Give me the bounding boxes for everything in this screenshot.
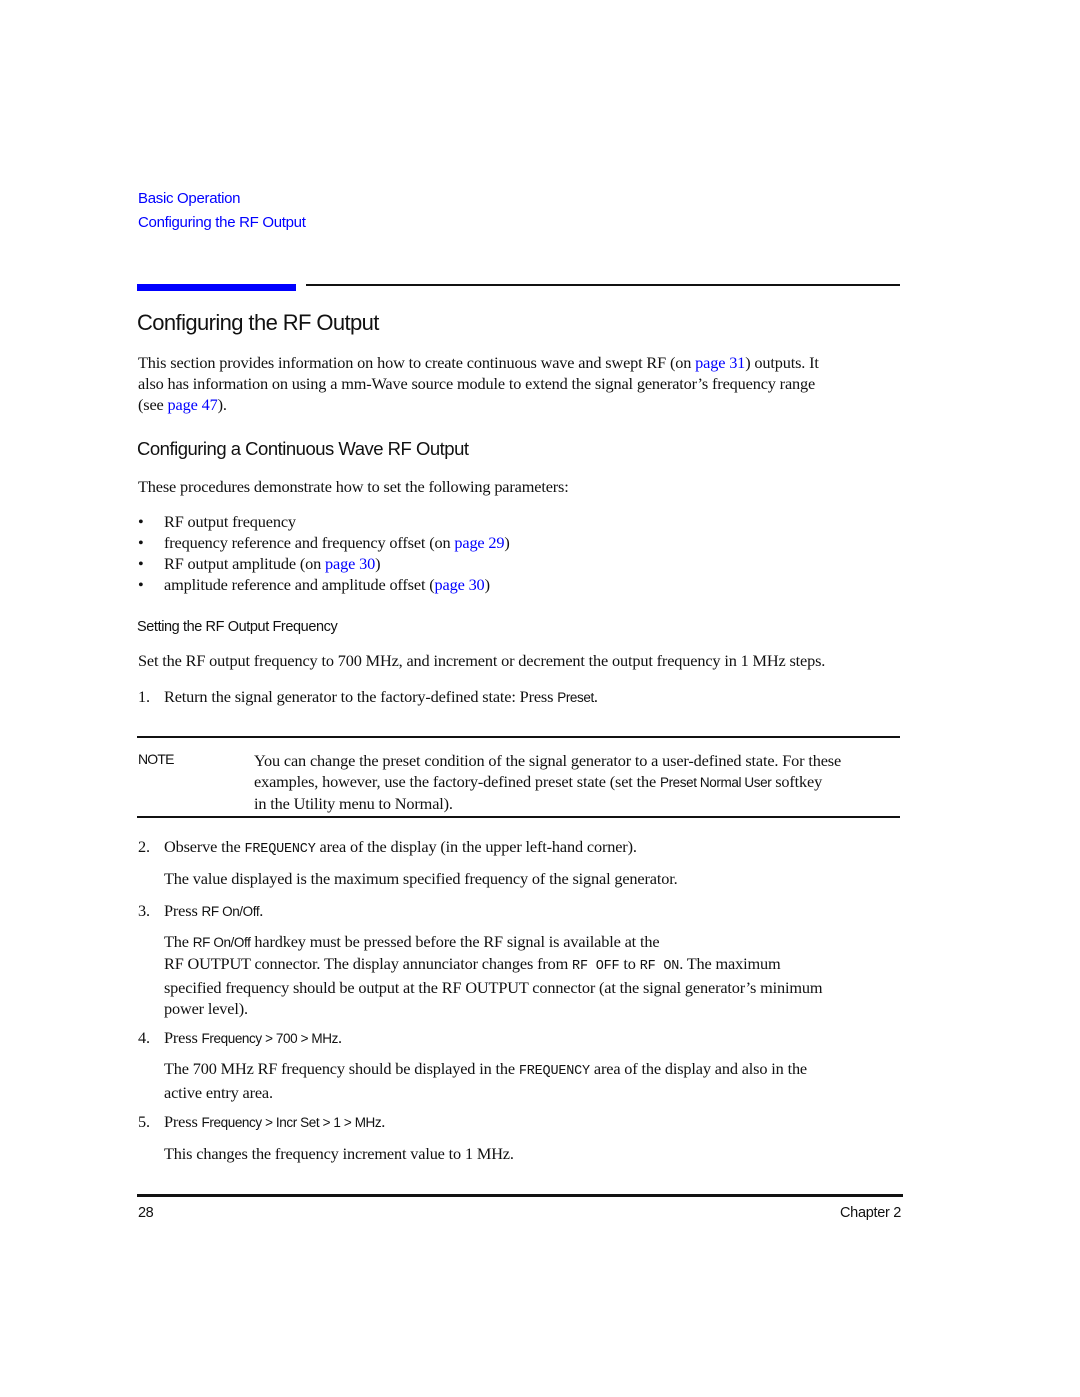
freq-section-lead: Set the RF output frequency to 700 MHz, … (138, 651, 826, 670)
step-number: 5. (138, 1112, 150, 1131)
step-4-detail: The 700 MHz RF frequency should be displ… (164, 1058, 807, 1103)
step-text: Press (164, 1028, 202, 1047)
page-title: Configuring the RF Output (137, 310, 379, 335)
step-text: Press (164, 901, 202, 920)
key-sequence: Frequency > 700 > MHz (201, 1031, 339, 1046)
step-text: . (381, 1112, 386, 1131)
rf-on-off-key-label: RF On/Off (192, 935, 251, 950)
note-top-rule (137, 736, 900, 738)
step-number: 4. (138, 1028, 150, 1047)
intro-paragraph: This section provides information on how… (138, 352, 908, 415)
step-1: 1. Return the signal generator to the fac… (138, 686, 598, 708)
list-item: • frequency reference and frequency offse… (138, 532, 510, 553)
step-3-detail: The RF On/Off hardkey must be pressed be… (164, 931, 823, 1019)
detail-text: to (619, 954, 640, 973)
page-number: 28 (138, 1205, 154, 1221)
step-text: Observe the (164, 837, 245, 856)
frequency-display-code: FREQUENCY (518, 1064, 590, 1079)
rf-on-off-key-label: RF On/Off (201, 904, 260, 919)
detail-text: RF OUTPUT connector. The display annunci… (164, 954, 573, 973)
step-number: 3. (138, 901, 150, 920)
note-line: You can change the preset condition of t… (254, 751, 842, 770)
cw-section-lead: These procedures demonstrate how to set … (138, 477, 569, 496)
list-item-text: RF output amplitude (on (164, 554, 326, 573)
detail-text: . The maximum (679, 954, 781, 973)
cw-section-heading: Configuring a Continuous Wave RF Output (137, 438, 469, 459)
list-item-text: ) (504, 533, 510, 552)
note-line: examples, however, use the factory-defin… (254, 772, 660, 791)
softkey-label: Preset Normal User (659, 775, 772, 790)
step-text: . (259, 901, 264, 920)
step-2: 2. Observe the FREQUENCY area of the disp… (138, 836, 637, 860)
breadcrumb-subsection-link[interactable]: Configuring the RF Output (138, 214, 306, 231)
detail-text: The (164, 932, 193, 951)
step-text: Return the signal generator to the facto… (164, 687, 558, 706)
list-item: • RF output frequency (138, 511, 296, 532)
intro-text: (see (138, 395, 168, 414)
preset-key-label: Preset (557, 690, 594, 705)
note-bottom-rule (137, 816, 900, 818)
intro-text: ). (217, 395, 227, 414)
intro-text: ) outputs. It (745, 353, 819, 372)
detail-text: hardkey must be pressed before the RF si… (250, 932, 660, 951)
note-line: softkey (771, 772, 823, 791)
page-29-link[interactable]: page 29 (454, 533, 504, 552)
detail-text: area of the display and also in the (589, 1059, 808, 1078)
note-line: in the Utility menu to Normal). (254, 794, 453, 813)
step-text: area of the display (in the upper left-h… (315, 837, 637, 856)
bullet-icon: • (138, 533, 144, 552)
detail-text: power level). (164, 999, 248, 1018)
section-accent-bar (137, 284, 296, 291)
step-3: 3. Press RF On/Off. (138, 900, 263, 922)
list-item-text: ) (375, 554, 381, 573)
page-31-link[interactable]: page 31 (695, 353, 745, 372)
page-30-link[interactable]: page 30 (325, 554, 375, 573)
rf-off-annunciator: RF OFF (572, 959, 620, 974)
freq-section-heading: Setting the RF Output Frequency (137, 619, 338, 635)
list-item-text: amplitude reference and amplitude offset… (164, 575, 435, 594)
key-sequence: Frequency > Incr Set > 1 > MHz (201, 1115, 382, 1130)
frequency-display-code: FREQUENCY (244, 842, 316, 857)
footer-rule (137, 1194, 903, 1197)
step-text: . (337, 1028, 342, 1047)
list-item: • amplitude reference and amplitude offse… (138, 574, 490, 595)
list-item-text: frequency reference and frequency offset… (164, 533, 455, 552)
step-2-detail: The value displayed is the maximum speci… (164, 869, 678, 888)
detail-text: specified frequency should be output at … (164, 978, 823, 997)
document-page: Basic Operation Configuring the RF Outpu… (0, 0, 1080, 1397)
list-item-text: ) (484, 575, 490, 594)
rf-on-annunciator: RF ON (639, 959, 680, 974)
bullet-icon: • (138, 512, 144, 531)
step-number: 2. (138, 837, 150, 856)
step-5-detail: This changes the frequency increment val… (164, 1144, 514, 1163)
step-text: . (593, 687, 598, 706)
breadcrumb-section-link[interactable]: Basic Operation (138, 190, 241, 207)
step-5: 5. Press Frequency > Incr Set > 1 > MHz. (138, 1111, 385, 1133)
list-item: • RF output amplitude (on page 30) (138, 553, 381, 574)
detail-text: active entry area. (164, 1083, 273, 1102)
chapter-label: Chapter 2 (840, 1205, 901, 1221)
section-title-rule (306, 284, 900, 286)
intro-line-2: also has information on using a mm-Wave … (138, 374, 816, 393)
step-number: 1. (138, 687, 150, 706)
page-30-link[interactable]: page 30 (435, 575, 485, 594)
bullet-icon: • (138, 554, 144, 573)
list-item-text: RF output frequency (164, 512, 296, 531)
note-label: NOTE (138, 751, 174, 767)
intro-text: This section provides information on how… (138, 353, 696, 372)
page-47-link[interactable]: page 47 (168, 395, 218, 414)
bullet-icon: • (138, 575, 144, 594)
step-4: 4. Press Frequency > 700 > MHz. (138, 1027, 342, 1049)
note-text: You can change the preset condition of t… (254, 750, 841, 814)
step-text: Press (164, 1112, 202, 1131)
detail-text: The 700 MHz RF frequency should be displ… (164, 1059, 519, 1078)
